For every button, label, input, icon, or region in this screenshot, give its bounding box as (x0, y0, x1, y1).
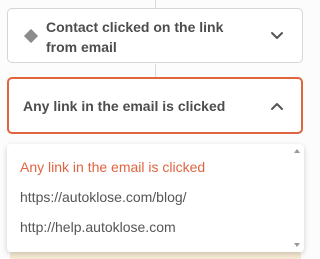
diamond-icon (23, 28, 39, 44)
scroll-down-arrow-icon[interactable] (294, 243, 300, 247)
condition-dropdown-list: Any link in the email is clicked https:/… (7, 144, 304, 252)
chevron-down-icon[interactable] (270, 31, 284, 41)
condition-select[interactable]: Any link in the email is clicked (7, 77, 303, 134)
dropdown-option-any-link[interactable]: Any link in the email is clicked (20, 158, 205, 176)
chevron-up-icon[interactable] (270, 101, 284, 111)
trigger-card[interactable]: Contact clicked on the link from email (7, 8, 303, 63)
dropdown-option-help-link[interactable]: http://help.autoklose.com (20, 218, 176, 236)
condition-label: Any link in the email is clicked (23, 98, 226, 114)
scroll-up-arrow-icon[interactable] (294, 149, 300, 153)
dropdown-option-blog-link[interactable]: https://autoklose.com/blog/ (20, 188, 187, 206)
flow-connector-middle (155, 64, 156, 78)
trigger-label: Contact clicked on the link from email (46, 19, 224, 55)
dropdown-scrollbar[interactable] (292, 144, 302, 252)
